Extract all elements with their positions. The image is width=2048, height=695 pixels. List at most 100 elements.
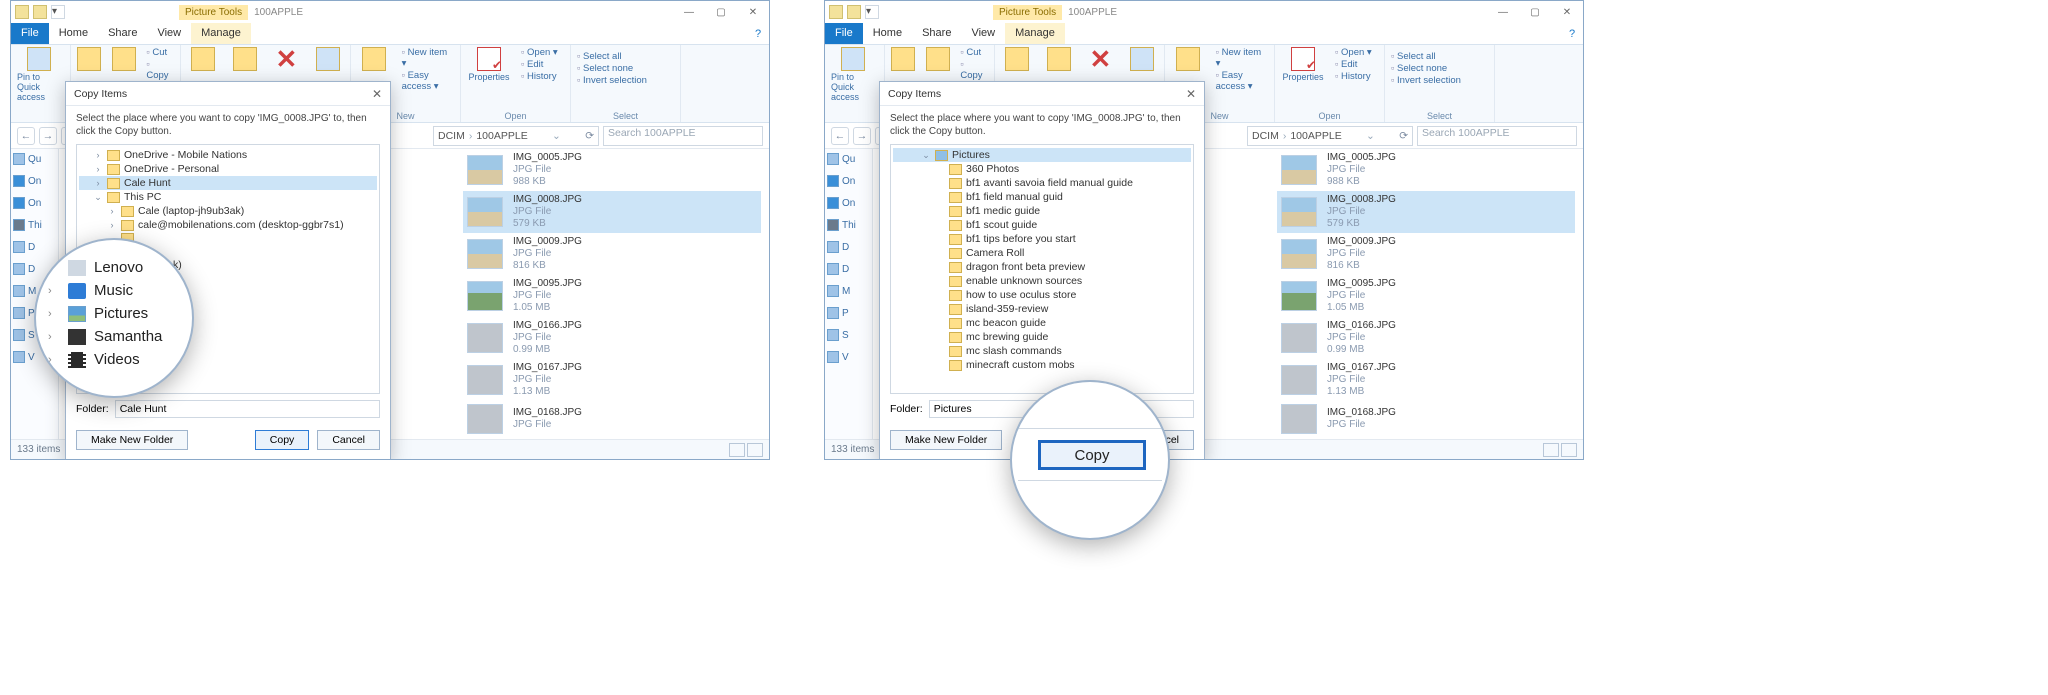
tree-node[interactable]: ⌄Pictures [893, 148, 1191, 162]
onedrive-node[interactable]: On [13, 175, 56, 187]
tiles-view-button[interactable] [1561, 443, 1577, 457]
expander-icon[interactable]: › [93, 150, 103, 160]
tree-node[interactable]: ›Cale (laptop-jh9ub3ak) [79, 204, 377, 218]
copy-big[interactable] [891, 47, 916, 72]
file-row[interactable]: IMG_0095.JPGJPG File1.05 MB [1277, 275, 1575, 317]
history-cmd[interactable]: History [1335, 71, 1372, 82]
onedrive-node[interactable]: On [827, 197, 870, 209]
tree-node[interactable]: bf1 field manual guid [893, 190, 1191, 204]
help-icon[interactable]: ? [1561, 23, 1583, 44]
select-none-cmd[interactable]: Select none [577, 63, 674, 74]
file-row[interactable]: IMG_0009.JPGJPG File816 KB [463, 233, 761, 275]
pin-to-quick-access[interactable]: Pin to Quick access [17, 47, 61, 102]
tree-node[interactable]: mc beacon guide [893, 316, 1191, 330]
tree-node[interactable]: mc brewing guide [893, 330, 1191, 344]
copyto[interactable] [229, 47, 261, 72]
pictures-node[interactable]: P [827, 307, 870, 319]
close-button[interactable]: ✕ [1551, 1, 1583, 23]
select-all-cmd[interactable]: Select all [577, 51, 674, 62]
file-row[interactable]: IMG_0005.JPGJPG File988 KB [463, 149, 761, 191]
search-input[interactable]: Search 100APPLE [1417, 126, 1577, 146]
share-tab[interactable]: Share [912, 23, 961, 44]
manage-tab[interactable]: Manage [1005, 23, 1065, 44]
expander-icon[interactable]: › [48, 308, 60, 320]
select-all-cmd[interactable]: Select all [1391, 51, 1488, 62]
home-tab[interactable]: Home [49, 23, 98, 44]
music-node[interactable]: M [827, 285, 870, 297]
tree-node[interactable]: ›OneDrive - Mobile Nations [79, 148, 377, 162]
expander-icon[interactable]: › [48, 354, 60, 366]
tree-node[interactable]: island-359-review [893, 302, 1191, 316]
tree-node-zoomed[interactable]: ›Samantha [36, 325, 192, 348]
qat-icon[interactable]: ▾ [865, 5, 879, 19]
file-row[interactable]: IMG_0009.JPGJPG File816 KB [1277, 233, 1575, 275]
paste-big[interactable] [926, 47, 951, 72]
file-row[interactable]: IMG_0168.JPGJPG File [463, 401, 761, 437]
view-tab[interactable]: View [147, 23, 191, 44]
downloads-node[interactable]: D [827, 263, 870, 275]
folder-input[interactable] [115, 400, 380, 418]
tree-node[interactable]: enable unknown sources [893, 274, 1191, 288]
delete[interactable]: ✕ [271, 47, 303, 71]
crumb-item[interactable]: 100APPLE [1290, 130, 1341, 142]
properties[interactable]: ✔Properties [467, 47, 511, 82]
tree-node-zoomed[interactable]: ›Music [36, 279, 192, 302]
tree-node-zoomed[interactable]: ›Pictures [36, 302, 192, 325]
copyto[interactable] [1043, 47, 1075, 72]
refresh-icon[interactable]: ⟳ [585, 130, 594, 142]
back-button[interactable]: ← [17, 127, 35, 145]
select-none-cmd[interactable]: Select none [1391, 63, 1488, 74]
manage-tab[interactable]: Manage [191, 23, 251, 44]
refresh-icon[interactable]: ⟳ [1399, 130, 1408, 142]
qat-icon[interactable] [33, 5, 47, 19]
crumb-item[interactable]: DCIM [438, 130, 465, 142]
open-cmd[interactable]: Open ▾ [1335, 47, 1372, 58]
new-folder[interactable] [357, 47, 392, 72]
onedrive-node[interactable]: On [827, 175, 870, 187]
tree-node[interactable]: bf1 medic guide [893, 204, 1191, 218]
copy-button-zoomed[interactable]: Copy [1038, 440, 1146, 470]
tree-node[interactable]: dragon front beta preview [893, 260, 1191, 274]
share-tab[interactable]: Share [98, 23, 147, 44]
crumb-item[interactable]: 100APPLE [476, 130, 527, 142]
new-folder[interactable] [1171, 47, 1206, 72]
file-row[interactable]: IMG_0167.JPGJPG File1.13 MB [463, 359, 761, 401]
properties[interactable]: ✔Properties [1281, 47, 1325, 82]
make-new-folder-button[interactable]: Make New Folder [890, 430, 1002, 450]
file-row[interactable]: IMG_0095.JPGJPG File1.05 MB [463, 275, 761, 317]
easy-access-cmd[interactable]: Easy access ▾ [402, 70, 454, 92]
tree-node[interactable]: ›Cale Hunt [79, 176, 377, 190]
copy-button[interactable]: Copy [255, 430, 310, 450]
details-view-button[interactable] [1543, 443, 1559, 457]
videos-node[interactable]: V [827, 351, 870, 363]
tree-node[interactable]: ⌄This PC [79, 190, 377, 204]
expander-icon[interactable]: › [48, 262, 60, 274]
dropdown-icon[interactable]: ⌄ [1366, 130, 1375, 142]
expander-icon[interactable]: › [107, 220, 117, 230]
back-button[interactable]: ← [831, 127, 849, 145]
tree-node[interactable]: mc slash commands [893, 344, 1191, 358]
tree-node[interactable]: minecraft custom mobs [893, 358, 1191, 372]
tree-node[interactable]: ›cale@mobilenations.com (desktop-ggbr7s1… [79, 218, 377, 232]
tiles-view-button[interactable] [747, 443, 763, 457]
details-view-button[interactable] [729, 443, 745, 457]
cut-cmd[interactable]: Cut [146, 47, 174, 58]
thispc-node[interactable]: Thi [13, 219, 56, 231]
delete[interactable]: ✕ [1085, 47, 1117, 71]
expander-icon[interactable]: › [93, 178, 103, 188]
make-new-folder-button[interactable]: Make New Folder [76, 430, 188, 450]
file-row[interactable]: IMG_0008.JPGJPG File579 KB [1277, 191, 1575, 233]
fwd-button[interactable]: → [39, 127, 57, 145]
new-item-cmd[interactable]: New item ▾ [1216, 47, 1268, 69]
maximize-button[interactable]: ▢ [705, 1, 737, 23]
moveto[interactable] [187, 47, 219, 72]
expander-icon[interactable]: › [48, 285, 60, 297]
tree-node-zoomed[interactable]: ›Videos [36, 348, 192, 371]
desktop-node[interactable]: D [827, 241, 870, 253]
folder-tree[interactable]: ⌄Pictures360 Photosbf1 avanti savoia fie… [890, 144, 1194, 394]
rename[interactable] [312, 47, 344, 72]
sam-node[interactable]: S [827, 329, 870, 341]
dropdown-icon[interactable]: ⌄ [552, 130, 561, 142]
file-row[interactable]: IMG_0008.JPGJPG File579 KB [463, 191, 761, 233]
view-tab[interactable]: View [961, 23, 1005, 44]
